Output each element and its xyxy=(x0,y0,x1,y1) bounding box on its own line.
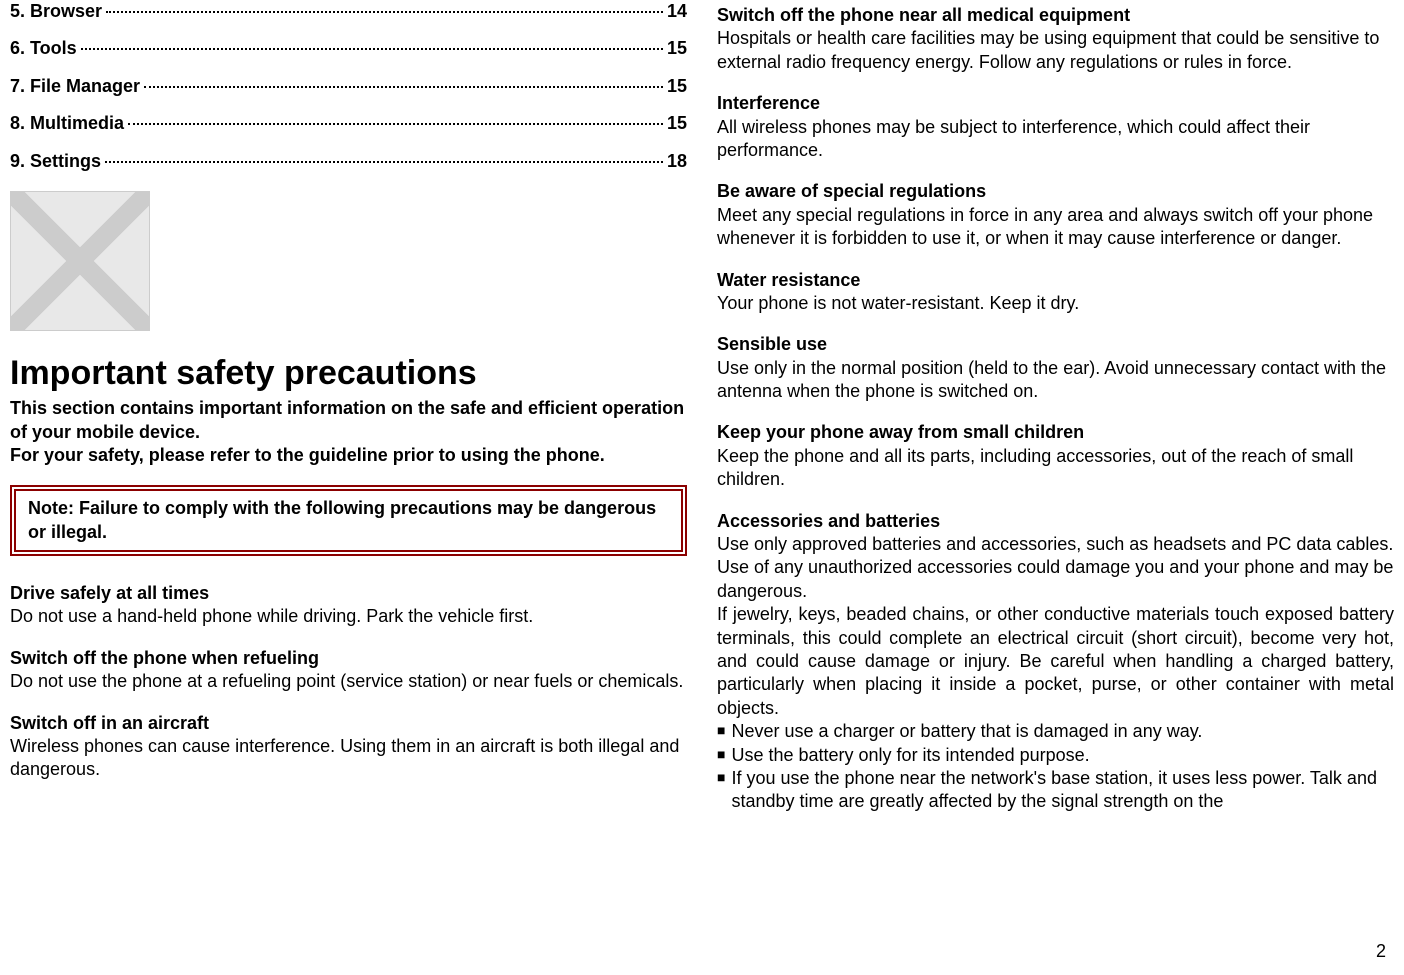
toc-page: 15 xyxy=(667,75,687,98)
toc-label: 8. Multimedia xyxy=(10,112,124,135)
toc-dots xyxy=(144,86,663,88)
section-heading: Drive safely at all times xyxy=(10,582,687,605)
bullet-item: ■ If you use the phone near the network'… xyxy=(717,767,1394,814)
toc-label: 5. Browser xyxy=(10,0,102,23)
section-heading: Keep your phone away from small children xyxy=(717,421,1394,444)
toc-page: 18 xyxy=(667,150,687,173)
section-heading: Sensible use xyxy=(717,333,1394,356)
section: Be aware of special regulations Meet any… xyxy=(717,180,1394,250)
main-heading: Important safety precautions xyxy=(10,351,687,395)
toc-entry: 5. Browser 14 xyxy=(10,0,687,23)
square-bullet-icon: ■ xyxy=(717,744,725,765)
section-body: Do not use a hand-held phone while drivi… xyxy=(10,605,687,628)
bullet-item: ■ Use the battery only for its intended … xyxy=(717,744,1394,767)
section-body: Meet any special regulations in force in… xyxy=(717,204,1394,251)
section-body: All wireless phones may be subject to in… xyxy=(717,116,1394,163)
toc-entry: 9. Settings 18 xyxy=(10,150,687,173)
section: Interference All wireless phones may be … xyxy=(717,92,1394,162)
section: Sensible use Use only in the normal posi… xyxy=(717,333,1394,403)
square-bullet-icon: ■ xyxy=(717,767,725,788)
section: Switch off in an aircraft Wireless phone… xyxy=(10,712,687,782)
toc-dots xyxy=(106,11,663,13)
toc-dots xyxy=(81,48,663,50)
section-body: Use only in the normal position (held to… xyxy=(717,357,1394,404)
left-column: 5. Browser 14 6. Tools 15 7. File Manage… xyxy=(10,0,687,814)
section-heading: Interference xyxy=(717,92,1394,115)
section-body: Hospitals or health care facilities may … xyxy=(717,27,1394,74)
section-body: Use only approved batteries and accessor… xyxy=(717,533,1394,603)
toc-dots xyxy=(128,123,663,125)
toc-entry: 6. Tools 15 xyxy=(10,37,687,60)
placeholder-image xyxy=(10,191,150,331)
page-number: 2 xyxy=(1376,940,1386,963)
note-text: Note: Failure to comply with the followi… xyxy=(28,497,669,544)
note-body: Failure to comply with the following pre… xyxy=(28,498,656,541)
toc-entry: 8. Multimedia 15 xyxy=(10,112,687,135)
section-body: Wireless phones can cause interference. … xyxy=(10,735,687,782)
bullet-text: Use the battery only for its intended pu… xyxy=(731,744,1394,767)
section-body: Your phone is not water-resistant. Keep … xyxy=(717,292,1394,315)
intro-line: For your safety, please refer to the gui… xyxy=(10,444,687,467)
toc-label: 6. Tools xyxy=(10,37,77,60)
section-heading: Switch off the phone near all medical eq… xyxy=(717,4,1394,27)
section-heading: Water resistance xyxy=(717,269,1394,292)
toc-dots xyxy=(105,161,663,163)
toc-page: 15 xyxy=(667,112,687,135)
toc-entry: 7. File Manager 15 xyxy=(10,75,687,98)
intro-text: This section contains important informat… xyxy=(10,397,687,467)
square-bullet-icon: ■ xyxy=(717,720,725,741)
section: Keep your phone away from small children… xyxy=(717,421,1394,491)
right-column: Switch off the phone near all medical eq… xyxy=(717,0,1394,814)
toc-page: 14 xyxy=(667,0,687,23)
note-label: Note: xyxy=(28,498,74,518)
bullet-text: If you use the phone near the network's … xyxy=(731,767,1394,814)
section-heading: Be aware of special regulations xyxy=(717,180,1394,203)
section: Water resistance Your phone is not water… xyxy=(717,269,1394,316)
toc-label: 9. Settings xyxy=(10,150,101,173)
toc-label: 7. File Manager xyxy=(10,75,140,98)
section-accessories: Accessories and batteries Use only appro… xyxy=(717,510,1394,814)
toc-page: 15 xyxy=(667,37,687,60)
section-heading: Switch off in an aircraft xyxy=(10,712,687,735)
section: Drive safely at all times Do not use a h… xyxy=(10,582,687,629)
section-heading: Switch off the phone when refueling xyxy=(10,647,687,670)
intro-line: This section contains important informat… xyxy=(10,397,687,444)
section-body: If jewelry, keys, beaded chains, or othe… xyxy=(717,603,1394,720)
section-heading: Accessories and batteries xyxy=(717,510,1394,533)
section: Switch off the phone near all medical eq… xyxy=(717,4,1394,74)
section-body: Do not use the phone at a refueling poin… xyxy=(10,670,687,693)
section: Switch off the phone when refueling Do n… xyxy=(10,647,687,694)
note-box: Note: Failure to comply with the followi… xyxy=(10,485,687,556)
bullet-item: ■ Never use a charger or battery that is… xyxy=(717,720,1394,743)
bullet-text: Never use a charger or battery that is d… xyxy=(731,720,1394,743)
section-body: Keep the phone and all its parts, includ… xyxy=(717,445,1394,492)
